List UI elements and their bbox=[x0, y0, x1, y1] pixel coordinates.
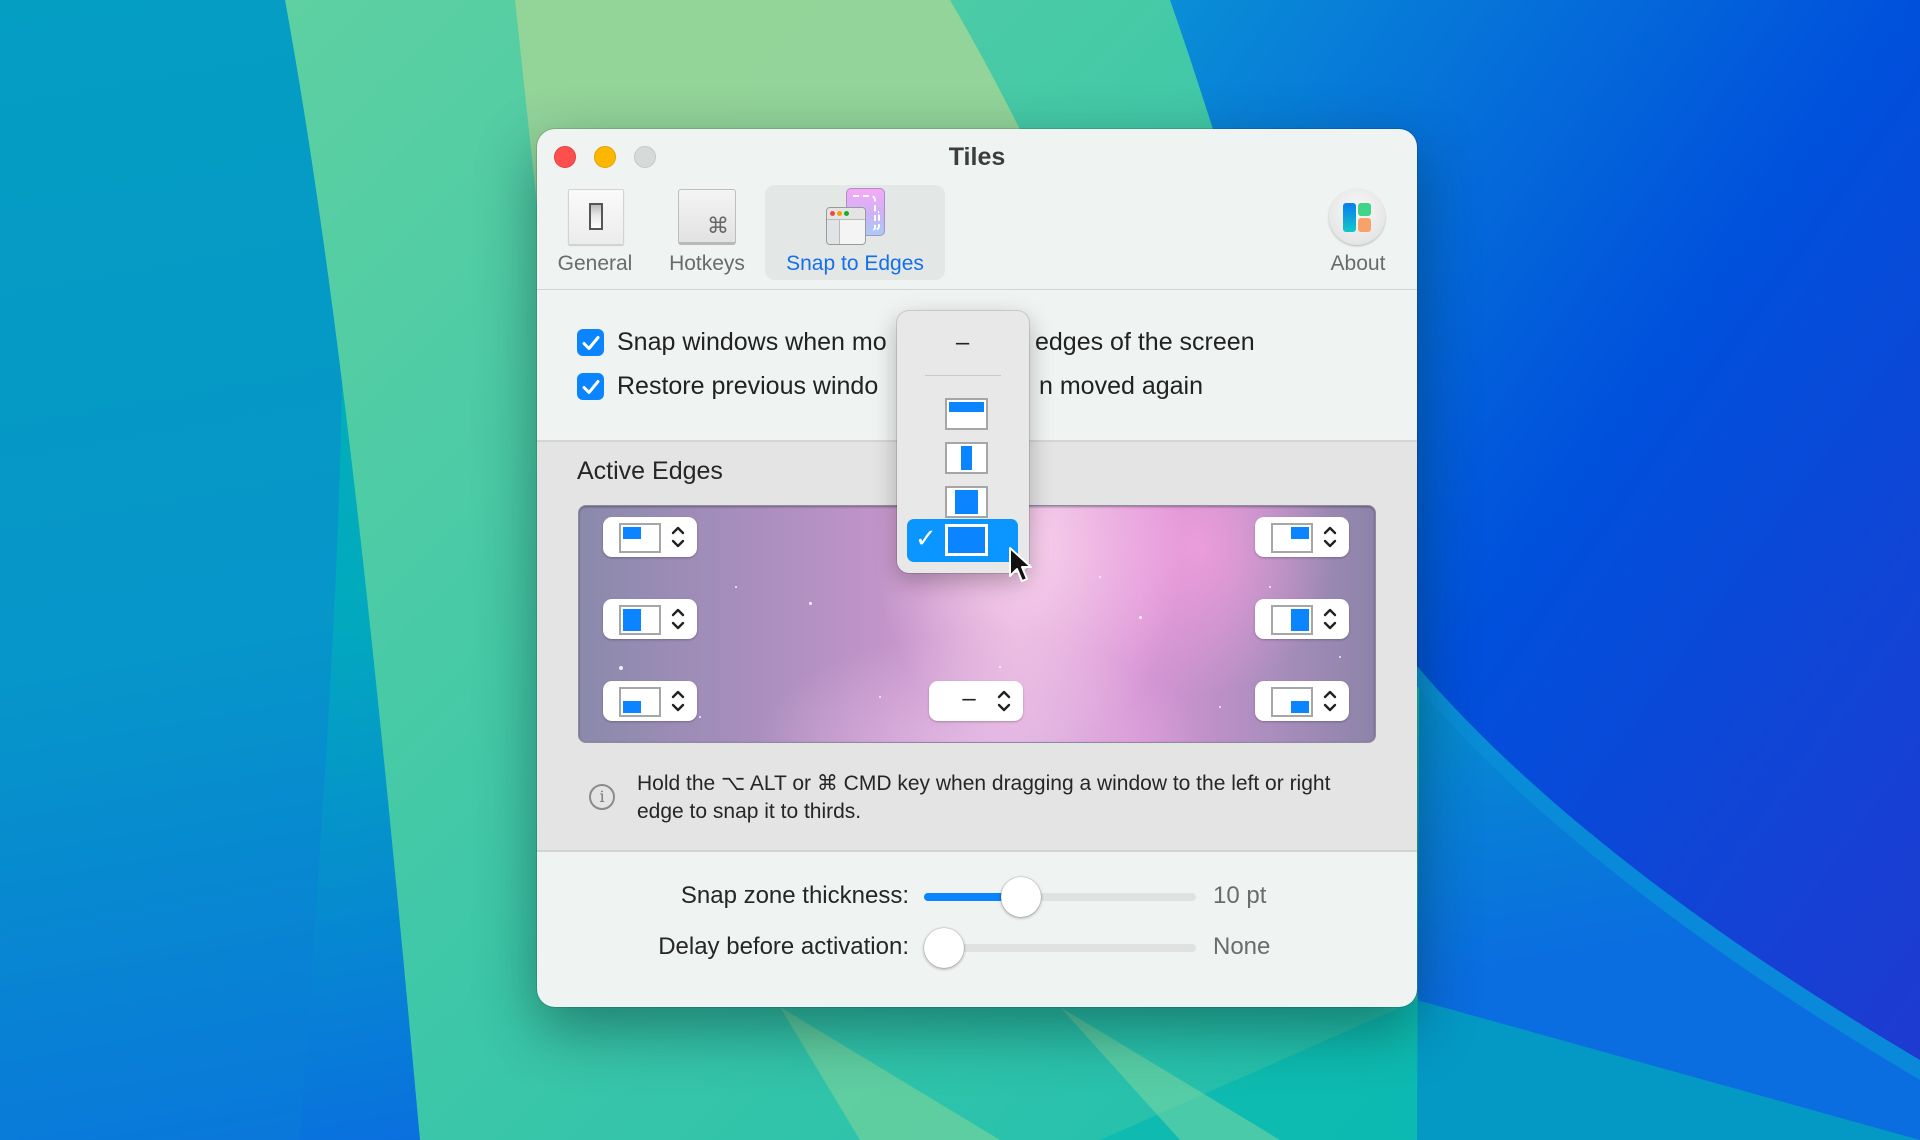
mouse-cursor-icon bbox=[1009, 547, 1032, 582]
center-icon bbox=[945, 486, 988, 518]
checkmark-icon bbox=[582, 379, 599, 394]
checkmark-icon bbox=[582, 335, 599, 350]
delay-label: Delay before activation: bbox=[658, 933, 909, 960]
left-half-icon bbox=[619, 605, 661, 635]
top-right-quarter-icon bbox=[1271, 523, 1313, 553]
center-third-icon bbox=[945, 442, 988, 474]
right-half-icon bbox=[1271, 605, 1313, 635]
bottom-right-quarter-icon bbox=[1271, 687, 1313, 717]
restore-size-label-left[interactable]: Restore previous windo bbox=[617, 372, 878, 401]
edge-layout-menu: – ✓ bbox=[897, 311, 1029, 573]
snap-windows-checkbox[interactable] bbox=[577, 329, 604, 356]
command-glyph: ⌘ bbox=[707, 214, 729, 239]
checkmark-icon: ✓ bbox=[915, 523, 937, 553]
top-left-quarter-icon bbox=[619, 523, 661, 553]
switch-icon bbox=[568, 189, 624, 245]
info-circle-icon: i bbox=[589, 784, 615, 810]
tab-hotkeys[interactable]: ⌘ Hotkeys bbox=[659, 185, 755, 280]
menu-separator bbox=[925, 375, 1001, 376]
tab-about[interactable]: About bbox=[1313, 185, 1403, 280]
active-edges-title: Active Edges bbox=[577, 457, 723, 485]
command-key-icon: ⌘ bbox=[678, 189, 736, 245]
menu-item-none-label: – bbox=[955, 329, 970, 356]
edge-bottom-left-popup[interactable] bbox=[603, 681, 697, 721]
top-half-icon bbox=[945, 398, 988, 430]
delay-slider[interactable] bbox=[924, 928, 1196, 968]
snap-windows-label-right[interactable]: edges of the screen bbox=[1035, 328, 1255, 357]
tab-snap-to-edges[interactable]: Snap to Edges bbox=[765, 185, 945, 280]
delay-slider-thumb[interactable] bbox=[924, 928, 964, 968]
stepper-icon bbox=[1323, 526, 1337, 548]
tiles-app-icon bbox=[1329, 189, 1385, 245]
edge-bottom-center-popup[interactable]: – bbox=[929, 681, 1023, 721]
snap-zone-slider-thumb[interactable] bbox=[1000, 877, 1041, 917]
edge-left-popup[interactable] bbox=[603, 599, 697, 639]
edge-bottom-right-popup[interactable] bbox=[1255, 681, 1349, 721]
window-title: Tiles bbox=[948, 143, 1006, 171]
stepper-icon bbox=[671, 608, 685, 630]
edge-right-popup[interactable] bbox=[1255, 599, 1349, 639]
info-text: Hold the ⌥ ALT or ⌘ CMD key when draggin… bbox=[637, 772, 1331, 823]
stepper-icon bbox=[997, 690, 1011, 712]
snap-windows-label-left[interactable]: Snap windows when mo bbox=[617, 328, 887, 357]
stepper-icon bbox=[1323, 608, 1337, 630]
menu-item-none[interactable]: – bbox=[907, 319, 1018, 369]
stepper-icon bbox=[671, 690, 685, 712]
full-screen-icon bbox=[945, 524, 988, 556]
tab-about-label: About bbox=[1330, 252, 1386, 275]
stepper-icon bbox=[1323, 690, 1337, 712]
stepper-icon bbox=[671, 526, 685, 548]
tab-general[interactable]: General bbox=[545, 185, 645, 280]
snap-zone-value: 10 pt bbox=[1213, 882, 1267, 909]
menu-item-center-third[interactable] bbox=[907, 438, 1018, 478]
menu-item-full[interactable]: ✓ bbox=[907, 519, 1018, 562]
delay-value: None bbox=[1213, 933, 1271, 960]
tab-snap-to-edges-label: Snap to Edges bbox=[786, 252, 924, 275]
toolbar-divider bbox=[537, 289, 1417, 290]
menu-item-top-half[interactable] bbox=[907, 394, 1018, 434]
edge-top-right-popup[interactable] bbox=[1255, 517, 1349, 557]
edge-top-left-popup[interactable] bbox=[603, 517, 697, 557]
bottom-left-quarter-icon bbox=[619, 687, 661, 717]
restore-size-checkbox[interactable] bbox=[577, 373, 604, 400]
snap-zone-slider[interactable] bbox=[924, 877, 1196, 917]
section-divider bbox=[537, 850, 1417, 852]
tab-hotkeys-label: Hotkeys bbox=[669, 252, 745, 275]
menu-item-center[interactable] bbox=[907, 482, 1018, 522]
restore-size-label-right[interactable]: n moved again bbox=[1039, 372, 1203, 401]
edge-bottom-center-value: – bbox=[962, 685, 976, 712]
snap-zone-label: Snap zone thickness: bbox=[680, 882, 909, 909]
tab-general-label: General bbox=[557, 252, 633, 275]
snap-window-icon bbox=[826, 188, 886, 246]
